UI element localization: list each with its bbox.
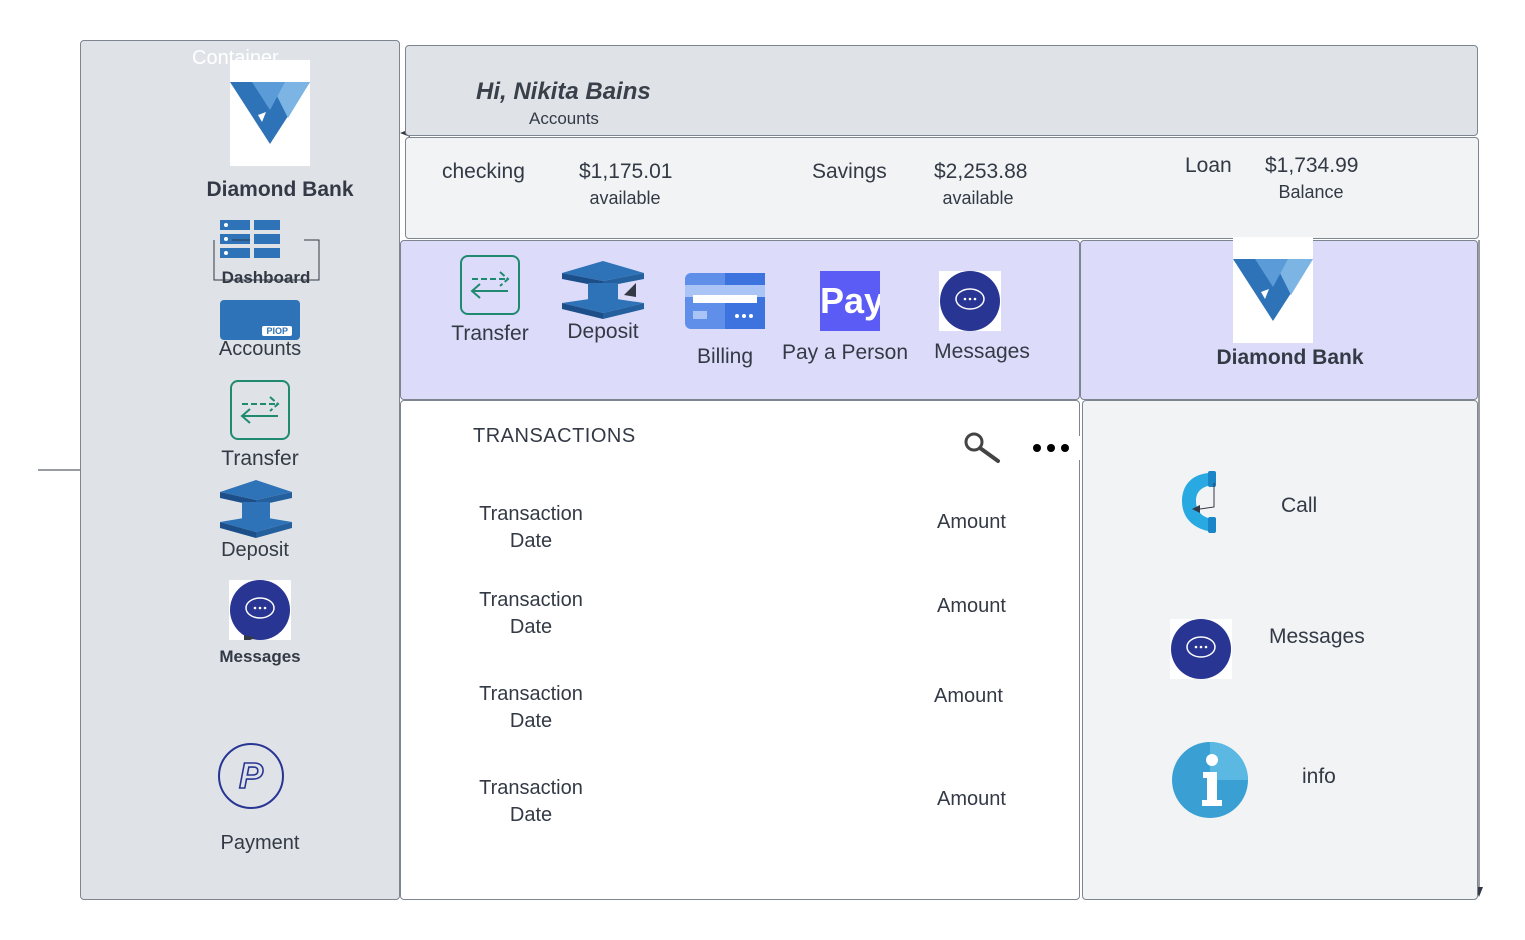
chat-icon (940, 271, 1000, 331)
search-icon[interactable] (963, 431, 1003, 465)
account-note-savings: available (942, 188, 1014, 208)
table-row-date: Transaction Date (479, 503, 583, 552)
chat-icon (1171, 619, 1231, 679)
magnifier-glyph (964, 432, 1000, 463)
table-row-amount: Amount (937, 511, 1006, 533)
action-billing-icon[interactable] (685, 273, 765, 329)
sidebar-item-deposit[interactable]: Deposit (195, 539, 315, 562)
action-pay-person-label[interactable]: Pay a Person (770, 341, 920, 365)
sidebar-deposit-icon[interactable] (220, 480, 292, 540)
card-icon[interactable]: PIOP (220, 300, 300, 340)
pay-icon[interactable]: Pay (820, 271, 880, 331)
header-subtitle: Accounts (529, 109, 599, 128)
pay-icon-text: Pay (820, 280, 880, 321)
transfer-icon (460, 255, 520, 315)
billing-card-icon (685, 273, 765, 329)
ellipsis-glyph (1033, 444, 1069, 452)
brand-panel-name: Diamond Bank (1216, 346, 1364, 369)
account-name-loan[interactable]: Loan (1185, 154, 1232, 178)
contact-messages-label[interactable]: Messages (1269, 625, 1365, 649)
action-billing-label[interactable]: Billing (665, 345, 785, 369)
action-transfer-label[interactable]: Transfer (430, 322, 550, 346)
account-note-checking: available (589, 188, 661, 208)
account-name-savings[interactable]: Savings (812, 160, 887, 184)
account-amount-savings: $2,253.88 (934, 160, 1028, 183)
card-text: PIOP (262, 326, 292, 336)
account-note-loan: Balance (1278, 182, 1344, 202)
phone-icon (1182, 471, 1216, 533)
diamond-logo-icon (230, 82, 310, 144)
bank-logo (230, 60, 310, 166)
table-row-date: Transaction Date (479, 683, 583, 732)
sidebar-item-transfer[interactable]: Transfer (200, 447, 320, 471)
sidebar-item-payment[interactable]: Payment (200, 832, 320, 855)
contact-info-label[interactable]: info (1302, 765, 1336, 789)
action-deposit-label[interactable]: Deposit (543, 320, 663, 344)
greeting: Hi, Nikita Bains (476, 78, 651, 105)
chat-icon (230, 580, 290, 640)
transactions-title: TRANSACTIONS (473, 425, 636, 447)
transfer-icon (230, 380, 290, 440)
sidebar-item-accounts[interactable]: Accounts (200, 338, 320, 361)
action-messages-icon[interactable] (939, 271, 1001, 331)
table-row-amount: Amount (937, 788, 1006, 810)
contact-messages-icon[interactable] (1170, 619, 1232, 679)
sidebar-messages-icon[interactable] (229, 580, 291, 640)
contact-call-label[interactable]: Call (1281, 494, 1317, 518)
deposit-icon (220, 480, 292, 538)
action-messages-label[interactable]: Messages (922, 340, 1042, 364)
sidebar-bank-name: Diamond Bank (206, 178, 354, 201)
more-options-icon[interactable] (1022, 436, 1080, 460)
account-amount-loan: $1,734.99 (1265, 154, 1359, 177)
diamond-logo-icon (1233, 259, 1313, 321)
account-name-checking[interactable]: checking (442, 160, 525, 184)
brand-panel-logo (1233, 237, 1313, 343)
account-amount-checking: $1,175.01 (579, 160, 673, 183)
sidebar-payment-icon[interactable]: P (217, 742, 285, 810)
sidebar-item-messages[interactable]: Messages (200, 647, 320, 667)
contact-panel (1082, 400, 1478, 900)
sidebar-item-label: Dashboard (221, 268, 311, 287)
table-row-amount: Amount (937, 595, 1006, 617)
table-row-amount: Amount (934, 685, 1003, 707)
deposit-icon (562, 261, 644, 319)
svg-text:P: P (239, 755, 264, 796)
action-deposit-icon[interactable] (562, 261, 644, 323)
action-transfer-icon[interactable] (460, 255, 520, 315)
contact-info-icon[interactable] (1169, 742, 1251, 818)
sidebar-transfer-icon[interactable] (230, 380, 290, 440)
table-row-date: Transaction Date (479, 589, 583, 638)
info-icon (1172, 742, 1248, 818)
paypal-icon: P (218, 743, 284, 809)
contact-call-icon[interactable] (1178, 469, 1224, 535)
table-row-date: Transaction Date (479, 777, 583, 826)
